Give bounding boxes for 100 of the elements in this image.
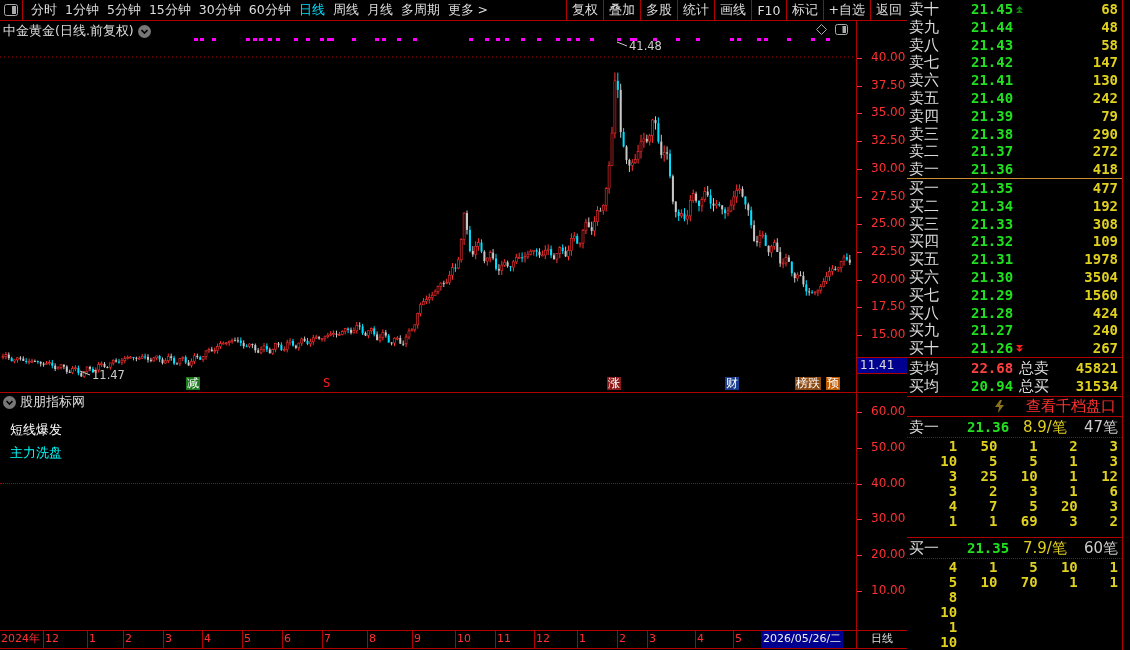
queue-volume: 4 (947, 559, 958, 575)
period-tab[interactable]: 周线 (328, 1, 363, 19)
queue-volume: 6 (1108, 483, 1118, 499)
axis-label: 20.00 (871, 547, 906, 562)
period-tab[interactable]: 60分钟 (244, 1, 295, 19)
queue-volume: 5 (947, 574, 958, 590)
level-label: 买四 (909, 232, 940, 251)
toolbar-button[interactable]: 多股 (640, 0, 678, 20)
cursor-date-label: 2026/05/26/二 (761, 631, 844, 648)
price-value: 21.44 (971, 17, 1014, 36)
price-value: 21.32 (971, 232, 1014, 251)
event-marker[interactable]: 减 (186, 377, 200, 390)
queue-volume: 5 (987, 453, 998, 469)
order-depth-link[interactable]: 查看千档盘口 (1026, 396, 1116, 416)
queue-volume: 3 (1028, 483, 1038, 499)
time-axis-label: 4 (695, 631, 733, 648)
time-axis-label: 8 (367, 631, 412, 648)
queue-average: 8.9/笔 (1023, 416, 1068, 437)
queue-label: 买一 (909, 537, 940, 558)
toolbar-button[interactable]: 叠加 (603, 0, 641, 20)
price-value: 21.30 (971, 267, 1014, 286)
queue-volume: 1 (947, 619, 958, 635)
period-tab[interactable]: 15分钟 (144, 1, 195, 19)
dropdown-icon[interactable] (137, 25, 151, 38)
toolbar-button[interactable]: +自选 (822, 0, 870, 20)
toolbar-button[interactable]: 标记 (785, 0, 823, 20)
volume-value: 477 (1091, 178, 1118, 197)
leader-line (616, 41, 628, 47)
queue-volume: 10 (1019, 468, 1038, 484)
period-tab[interactable]: 多周期 (396, 1, 444, 19)
level-label: 卖七 (909, 53, 940, 72)
toolbar-button[interactable]: 统计 (677, 0, 715, 20)
toolbar-button[interactable]: 复权 (566, 0, 604, 20)
level-label: 卖五 (909, 89, 940, 107)
level-label: 卖三 (909, 124, 940, 143)
event-marker[interactable]: S (322, 377, 332, 390)
time-axis-label: 2 (617, 631, 647, 648)
period-tab[interactable]: 1分钟 (61, 1, 103, 19)
queue-volume: 2 (1108, 513, 1118, 529)
queue-volume: 10 (1059, 559, 1078, 575)
price-value: 21.26 (971, 339, 1014, 358)
queue-volume: 4 (947, 498, 958, 514)
down-arrow-icon (1016, 344, 1024, 352)
queue-volume: 3 (1108, 438, 1118, 454)
level-label: 卖十 (909, 0, 940, 18)
event-marker[interactable]: 涨 (607, 377, 621, 390)
period-tab[interactable]: 日线 (294, 1, 329, 19)
time-axis-label: 4 (202, 631, 242, 648)
axis-label: 40.00 (871, 50, 906, 64)
price-value: 21.41 (971, 71, 1014, 90)
volume-value: 3504 (1083, 267, 1118, 286)
period-tab[interactable]: 月线 (362, 1, 397, 19)
event-marker[interactable]: 预 (826, 377, 840, 390)
event-marker[interactable]: 财 (725, 377, 739, 390)
axis-label: 37.50 (871, 77, 906, 92)
panel-toggle-icon[interactable] (835, 24, 848, 35)
period-label[interactable]: 日线 (857, 631, 907, 648)
average-price: 20.94 (971, 376, 1015, 395)
level-label: 买一 (909, 178, 940, 197)
queue-volume: 2 (1068, 438, 1078, 454)
period-tab[interactable]: 30分钟 (194, 1, 245, 19)
diamond-icon[interactable] (816, 24, 827, 35)
lightning-icon (995, 399, 1004, 413)
volume-value: 1978 (1083, 250, 1118, 269)
period-tab[interactable]: 5分钟 (102, 1, 145, 19)
period-tab[interactable]: 分时 (27, 1, 61, 19)
indicator-legend: 主力洗盘 (10, 445, 62, 462)
level-label: 买十 (909, 339, 940, 358)
time-axis-label: 12 (534, 631, 577, 648)
current-price-label: 11.41 (857, 357, 907, 374)
queue-volume: 1 (1068, 468, 1078, 484)
up-arrow-icon (1016, 5, 1024, 13)
average-price: 22.68 (971, 358, 1015, 377)
price-value: 21.35 (971, 178, 1014, 197)
toolbar-button[interactable]: 画线 (714, 0, 752, 20)
total-label: 总买 (1019, 376, 1050, 395)
toolbar-button[interactable]: 返回 (870, 0, 907, 20)
average-label: 卖均 (909, 358, 940, 377)
queue-volume: 25 (979, 468, 998, 484)
price-value: 21.37 (971, 142, 1014, 161)
panel-toggle-icon[interactable] (4, 4, 18, 16)
queue-volume: 1 (947, 513, 958, 529)
total-value: 31534 (1074, 376, 1118, 395)
queue-label: 卖一 (909, 416, 940, 437)
queue-volume: 3 (1108, 498, 1118, 514)
volume-value: 48 (1100, 17, 1118, 36)
total-label: 总卖 (1019, 358, 1050, 377)
event-marker[interactable]: 榜跌 (795, 377, 821, 390)
indicator-title: 股朋指标网 (20, 394, 85, 411)
toolbar-button[interactable]: F10 (751, 0, 786, 20)
volume-value: 424 (1091, 303, 1118, 322)
price-value: 21.33 (971, 214, 1014, 233)
time-axis-label: 9 (412, 631, 455, 648)
queue-volume: 10 (939, 604, 958, 620)
level-label: 买八 (909, 303, 940, 322)
volume-value: 1560 (1083, 285, 1118, 304)
price-value: 21.42 (971, 53, 1014, 72)
queue-volume: 12 (1100, 468, 1118, 484)
period-tab[interactable]: 更多 > (443, 1, 493, 19)
dropdown-icon[interactable] (3, 396, 16, 409)
